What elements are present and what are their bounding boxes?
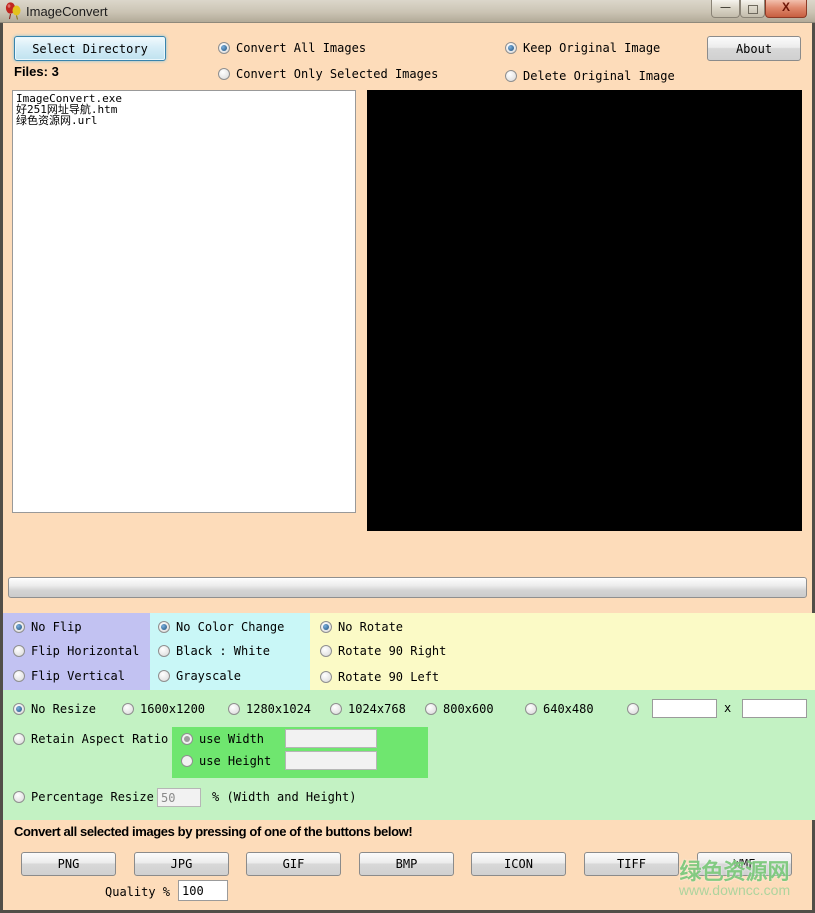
custom-width-input[interactable]	[652, 699, 717, 718]
convert-bmp-button[interactable]: BMP	[359, 852, 454, 876]
no-resize-radio[interactable]	[13, 703, 25, 715]
flip-vertical-radio[interactable]	[13, 670, 25, 682]
use-width-label: use Width	[199, 733, 264, 746]
delete-original-radio[interactable]	[505, 70, 517, 82]
app-balloons-icon	[5, 2, 22, 23]
retain-aspect-ratio-radio[interactable]	[13, 733, 25, 745]
close-button[interactable]: X	[765, 0, 807, 18]
resize-1280x1024-radio[interactable]	[228, 703, 240, 715]
use-height-input[interactable]	[285, 751, 377, 770]
rotate-90-left-label: Rotate 90 Left	[338, 671, 439, 684]
no-rotate-radio[interactable]	[320, 621, 332, 633]
convert-wmf-button[interactable]: WMF	[697, 852, 792, 876]
about-button[interactable]: About	[707, 36, 801, 61]
convert-only-selected-label: Convert Only Selected Images	[236, 68, 438, 81]
resize-1024x768-label: 1024x768	[348, 703, 406, 716]
window-title: ImageConvert	[26, 4, 108, 19]
use-width-radio[interactable]	[181, 733, 193, 745]
use-height-label: use Height	[199, 755, 271, 768]
no-resize-label: No Resize	[31, 703, 96, 716]
retain-aspect-ratio-label: Retain Aspect Ratio	[31, 733, 168, 746]
convert-only-selected-radio[interactable]	[218, 68, 230, 80]
maximize-icon	[748, 5, 758, 14]
percentage-resize-radio[interactable]	[13, 791, 25, 803]
no-color-change-radio[interactable]	[158, 621, 170, 633]
use-height-radio[interactable]	[181, 755, 193, 767]
file-list-item[interactable]: 绿色资源网.url	[16, 115, 352, 126]
grayscale-radio[interactable]	[158, 670, 170, 682]
resize-800x600-label: 800x600	[443, 703, 494, 716]
resize-custom-radio[interactable]	[627, 703, 639, 715]
watermark-url: www.downcc.com	[672, 882, 797, 898]
percentage-resize-input[interactable]	[157, 788, 201, 807]
convert-all-images-radio[interactable]	[218, 42, 230, 54]
keep-original-radio[interactable]	[505, 42, 517, 54]
rotate-90-right-label: Rotate 90 Right	[338, 645, 446, 658]
convert-gif-button[interactable]: GIF	[246, 852, 341, 876]
keep-original-label: Keep Original Image	[523, 42, 660, 55]
convert-png-button[interactable]: PNG	[21, 852, 116, 876]
image-preview-area	[367, 90, 802, 531]
convert-tiff-button[interactable]: TIFF	[584, 852, 679, 876]
use-width-input[interactable]	[285, 729, 377, 748]
custom-height-input[interactable]	[742, 699, 807, 718]
resize-640x480-radio[interactable]	[525, 703, 537, 715]
minimize-button[interactable]: —	[711, 0, 740, 18]
resize-1600x1200-label: 1600x1200	[140, 703, 205, 716]
percentage-resize-suffix: % (Width and Height)	[212, 791, 357, 804]
resize-1280x1024-label: 1280x1024	[246, 703, 311, 716]
no-rotate-label: No Rotate	[338, 621, 403, 634]
black-white-radio[interactable]	[158, 645, 170, 657]
resize-640x480-label: 640x480	[543, 703, 594, 716]
rotate-90-right-radio[interactable]	[320, 645, 332, 657]
flip-horizontal-radio[interactable]	[13, 645, 25, 657]
no-flip-label: No Flip	[31, 621, 82, 634]
maximize-button[interactable]	[740, 0, 765, 18]
resize-1600x1200-radio[interactable]	[122, 703, 134, 715]
black-white-label: Black : White	[176, 645, 270, 658]
delete-original-label: Delete Original Image	[523, 70, 675, 83]
convert-jpg-button[interactable]: JPG	[134, 852, 229, 876]
custom-size-x-separator: x	[724, 702, 731, 715]
quality-label: Quality %	[105, 885, 170, 899]
quality-input[interactable]	[178, 880, 228, 901]
files-count-label: Files: 3	[14, 64, 59, 79]
convert-icon-button[interactable]: ICON	[471, 852, 566, 876]
title-bar: ImageConvert — X	[0, 0, 815, 23]
no-flip-radio[interactable]	[13, 621, 25, 633]
convert-instruction: Convert all selected images by pressing …	[14, 824, 412, 839]
convert-all-images-label: Convert All Images	[236, 42, 366, 55]
rotate-90-left-radio[interactable]	[320, 671, 332, 683]
progress-bar	[8, 577, 807, 598]
grayscale-label: Grayscale	[176, 670, 241, 683]
resize-1024x768-radio[interactable]	[330, 703, 342, 715]
no-color-change-label: No Color Change	[176, 621, 284, 634]
flip-horizontal-label: Flip Horizontal	[31, 645, 139, 658]
flip-vertical-label: Flip Vertical	[31, 670, 125, 683]
file-list[interactable]: ImageConvert.exe 好251网址导航.htm 绿色资源网.url	[12, 90, 356, 513]
imageconvert-window: ImageConvert — X Select Directory About …	[0, 0, 815, 913]
select-directory-button[interactable]: Select Directory	[14, 36, 166, 61]
resize-800x600-radio[interactable]	[425, 703, 437, 715]
percentage-resize-label: Percentage Resize	[31, 791, 154, 804]
